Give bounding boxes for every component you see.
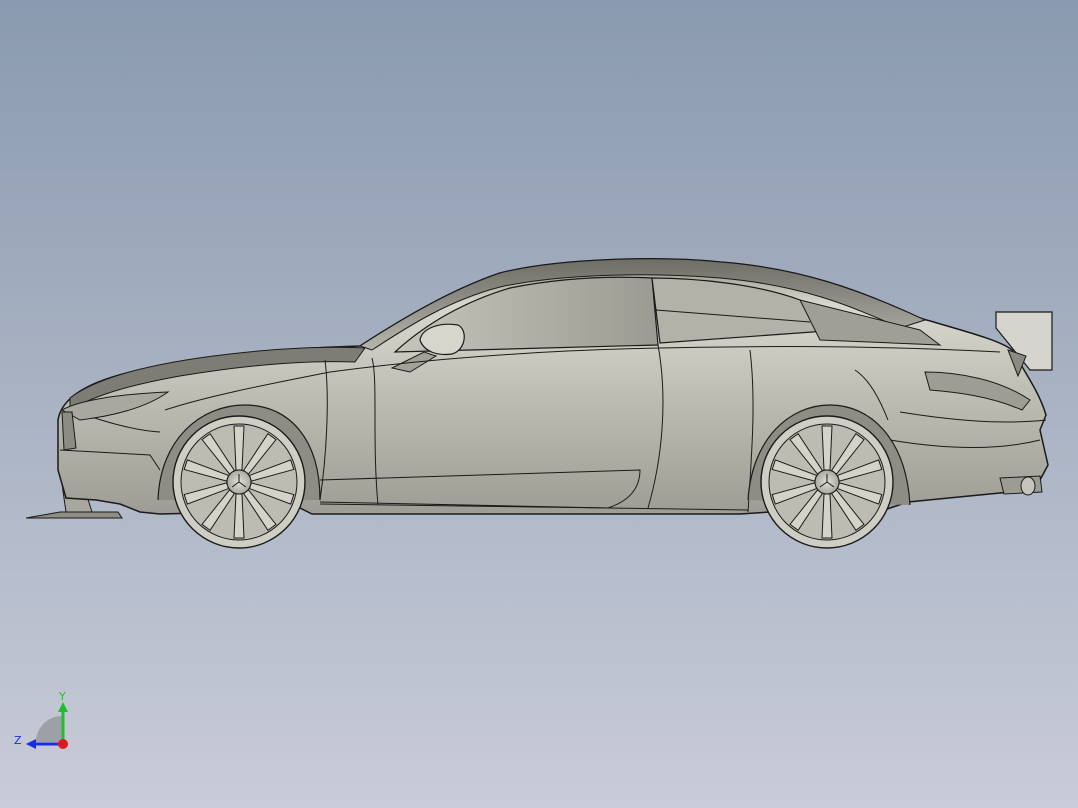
- z-axis-label: Z: [14, 734, 22, 747]
- triad-plane-shading: [36, 716, 62, 742]
- x-axis-dot: [58, 739, 68, 749]
- rear-wheel: [760, 415, 894, 549]
- y-axis-arrowhead: [58, 702, 68, 712]
- car-model[interactable]: [0, 0, 1078, 808]
- graphics-viewport[interactable]: Y Z: [0, 0, 1078, 808]
- front-wheel: [172, 415, 306, 549]
- exhaust: [999, 475, 1043, 496]
- reference-triad[interactable]: Y Z: [8, 684, 88, 764]
- z-axis-arrowhead: [26, 739, 36, 749]
- y-axis-label: Y: [58, 690, 66, 703]
